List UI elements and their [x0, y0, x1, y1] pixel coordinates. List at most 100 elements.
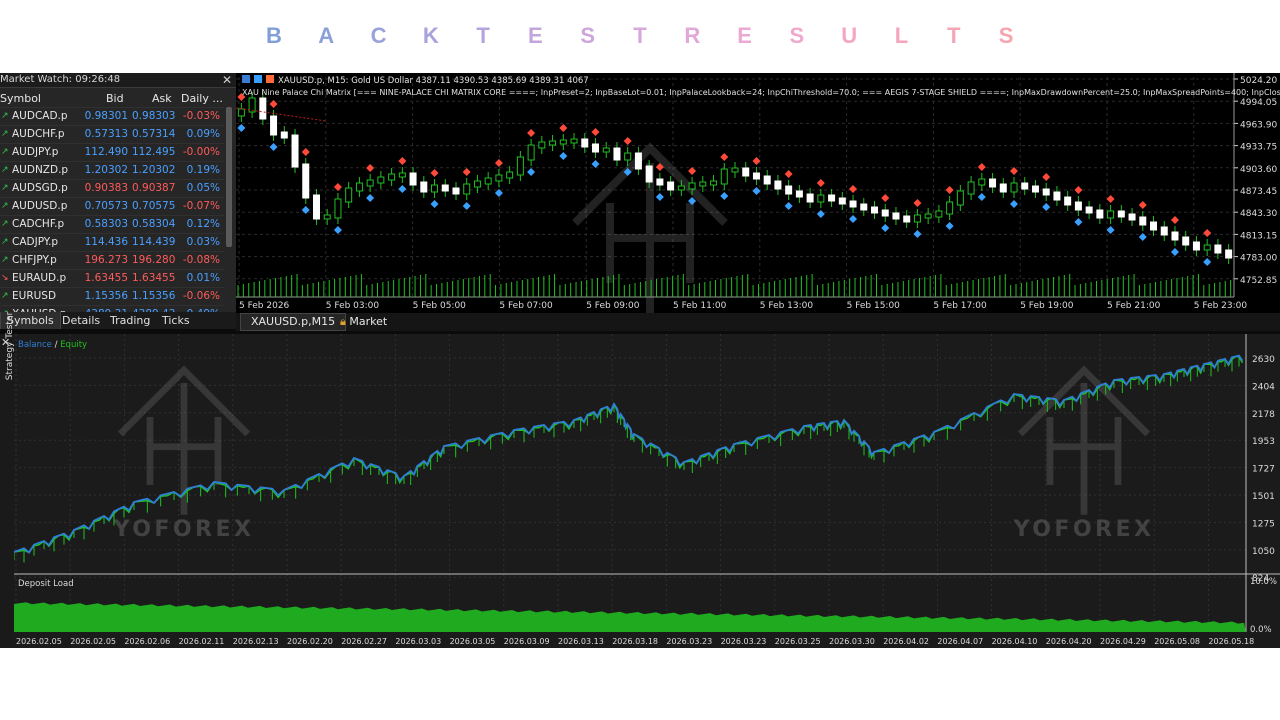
date-label: 2026.03.05 [450, 637, 496, 646]
buy-arrow-icon [1042, 203, 1051, 211]
tab-ticks[interactable]: Ticks [156, 312, 196, 329]
candle-body [871, 206, 879, 214]
candle-body [1107, 210, 1115, 219]
time-label: 5 Feb 05:00 [413, 301, 467, 311]
market-watch-scrollbar[interactable] [226, 107, 232, 247]
candle-body [237, 108, 245, 117]
banner-letter: T [476, 23, 490, 48]
symbol-name: EURUSD [12, 290, 57, 302]
sell-arrow-icon [1138, 201, 1147, 209]
ask-price: 114.439 [132, 236, 176, 248]
market-watch-row[interactable]: ↗ EURUSD 1.15356 1.15356 -0.06% [0, 287, 224, 305]
sell-arrow-icon [1042, 173, 1051, 181]
candle-body [1010, 182, 1018, 193]
market-watch-row[interactable]: ↗ CADJPY.p 114.436 114.439 0.03% [0, 233, 224, 251]
buy-arrow-icon [655, 193, 664, 201]
market-watch-row[interactable]: ↘ EURAUD.p 1.63455 1.63455 0.01% [0, 269, 224, 287]
candle-body [785, 185, 793, 195]
market-watch-row[interactable]: ↗ AUDCHF.p 0.57313 0.57314 0.09% [0, 125, 224, 143]
tab-chart-xauusd[interactable]: XAUUSD.p,M15 [240, 313, 347, 331]
price-label: 4813.15 [1240, 231, 1277, 241]
column-header-ask[interactable]: Ask [152, 90, 172, 107]
candle-body [1203, 244, 1211, 251]
sell-arrow-icon [977, 163, 986, 171]
column-header-bid[interactable]: Bid [106, 90, 124, 107]
legend-balance: Balance [18, 340, 52, 350]
buy-arrow-icon [398, 185, 407, 193]
candle-body [999, 183, 1007, 193]
market-watch-row[interactable]: ↗ AUDNZD.p 1.20302 1.20302 0.19% [0, 161, 224, 179]
candle-body [1225, 249, 1233, 259]
market-watch-row[interactable]: ↗ AUDCAD.p 0.98301 0.98303 -0.03% [0, 107, 224, 125]
sell-arrow-icon [462, 168, 471, 176]
price-chart[interactable]: 5024.20 4994.05 4963.90 4933.75 4903.60 4873.… [235, 73, 1280, 318]
column-header-daily[interactable]: Daily ... [181, 90, 223, 107]
date-label: 2026.02.06 [124, 637, 170, 646]
legend-equity: Equity [60, 340, 87, 350]
date-label: 2026.05.08 [1154, 637, 1200, 646]
close-icon[interactable]: ✕ [222, 73, 232, 87]
ask-price: 112.495 [132, 146, 176, 158]
symbol-name: CADCHF.p [12, 218, 65, 230]
ask-price: 0.70575 [132, 200, 176, 212]
market-watch-row[interactable]: ↗ AUDSGD.p 0.90383 0.90387 0.05% [0, 179, 224, 197]
tab-details[interactable]: Details [56, 312, 106, 329]
date-label: 2026.02.27 [341, 637, 387, 646]
buy-arrow-icon [752, 187, 761, 195]
candle-body [420, 181, 428, 193]
date-label: 2026.03.03 [395, 637, 441, 646]
price-label: 4752.85 [1240, 276, 1277, 286]
sell-arrow-icon [591, 128, 600, 136]
balance-equity-canvas[interactable]: 263024042178195317271501127510508242026.… [13, 334, 1280, 648]
sell-arrow-icon [559, 124, 568, 132]
price-chart-canvas[interactable]: 5024.20 4994.05 4963.90 4933.75 4903.60 4873.… [235, 73, 1280, 318]
candle-body [1042, 188, 1050, 196]
sell-arrow-icon [752, 157, 761, 165]
ask-price: 196.280 [132, 254, 176, 266]
market-watch-title: Market Watch: 09:26:48 [0, 74, 121, 85]
candle-body [1117, 210, 1125, 218]
date-label: 2026.03.13 [558, 637, 604, 646]
sell-arrow-icon [1203, 229, 1212, 237]
date-label: 2026.02.13 [233, 637, 279, 646]
price-label: 4933.75 [1240, 143, 1277, 153]
candle-body [613, 147, 621, 161]
candle-body [549, 140, 557, 146]
sell-arrow-icon [784, 170, 793, 178]
date-label: 2026.02.20 [287, 637, 333, 646]
buy-arrow-icon [977, 193, 986, 201]
candle-body [398, 172, 406, 178]
candle-body [828, 194, 836, 202]
bid-price: 114.436 [84, 236, 128, 248]
column-header-symbol[interactable]: Symbol [0, 90, 41, 107]
market-watch-row[interactable]: ↗ CADCHF.p 0.58303 0.58304 0.12% [0, 215, 224, 233]
sell-arrow-icon [1170, 216, 1179, 224]
candle-body [656, 178, 664, 186]
chart-icon [266, 75, 274, 83]
bid-price: 196.273 [84, 254, 128, 266]
candle-body [624, 152, 632, 161]
date-label: 2026.04.02 [883, 637, 929, 646]
market-watch-row[interactable]: ↗ AUDJPY.p 112.490 112.495 -0.00% [0, 143, 224, 161]
candle-body [538, 141, 546, 149]
arrow-up-icon: ↗ [1, 255, 9, 265]
date-label: 2026.03.23 [721, 637, 767, 646]
tab-trading[interactable]: Trading [104, 312, 156, 329]
candle-body [280, 131, 288, 139]
ask-price: 1.63455 [132, 272, 176, 284]
candle-body [1214, 244, 1222, 254]
balance-equity-graph[interactable]: 2630 2404 2178 1953 1727 1501 1275 1050 824 2026.… [13, 334, 1280, 648]
price-label: 4783.00 [1240, 254, 1277, 264]
market-watch-row[interactable]: ↗ AUDUSD.p 0.70573 0.70575 -0.07% [0, 197, 224, 215]
candle-body [312, 194, 320, 220]
buy-arrow-icon [1106, 226, 1115, 234]
bid-price: 1.63455 [84, 272, 128, 284]
candle-body [956, 190, 964, 206]
tab-market[interactable]: 🔒︎ Market [340, 313, 387, 331]
buy-arrow-icon [881, 224, 890, 232]
market-watch-row[interactable]: ↗ CHFJPY.p 196.273 196.280 -0.08% [0, 251, 224, 269]
time-label: 5 Feb 15:00 [847, 301, 901, 311]
banner-letter: K [422, 23, 439, 48]
candle-body [484, 177, 492, 185]
daily-change: -0.00% [182, 146, 220, 158]
